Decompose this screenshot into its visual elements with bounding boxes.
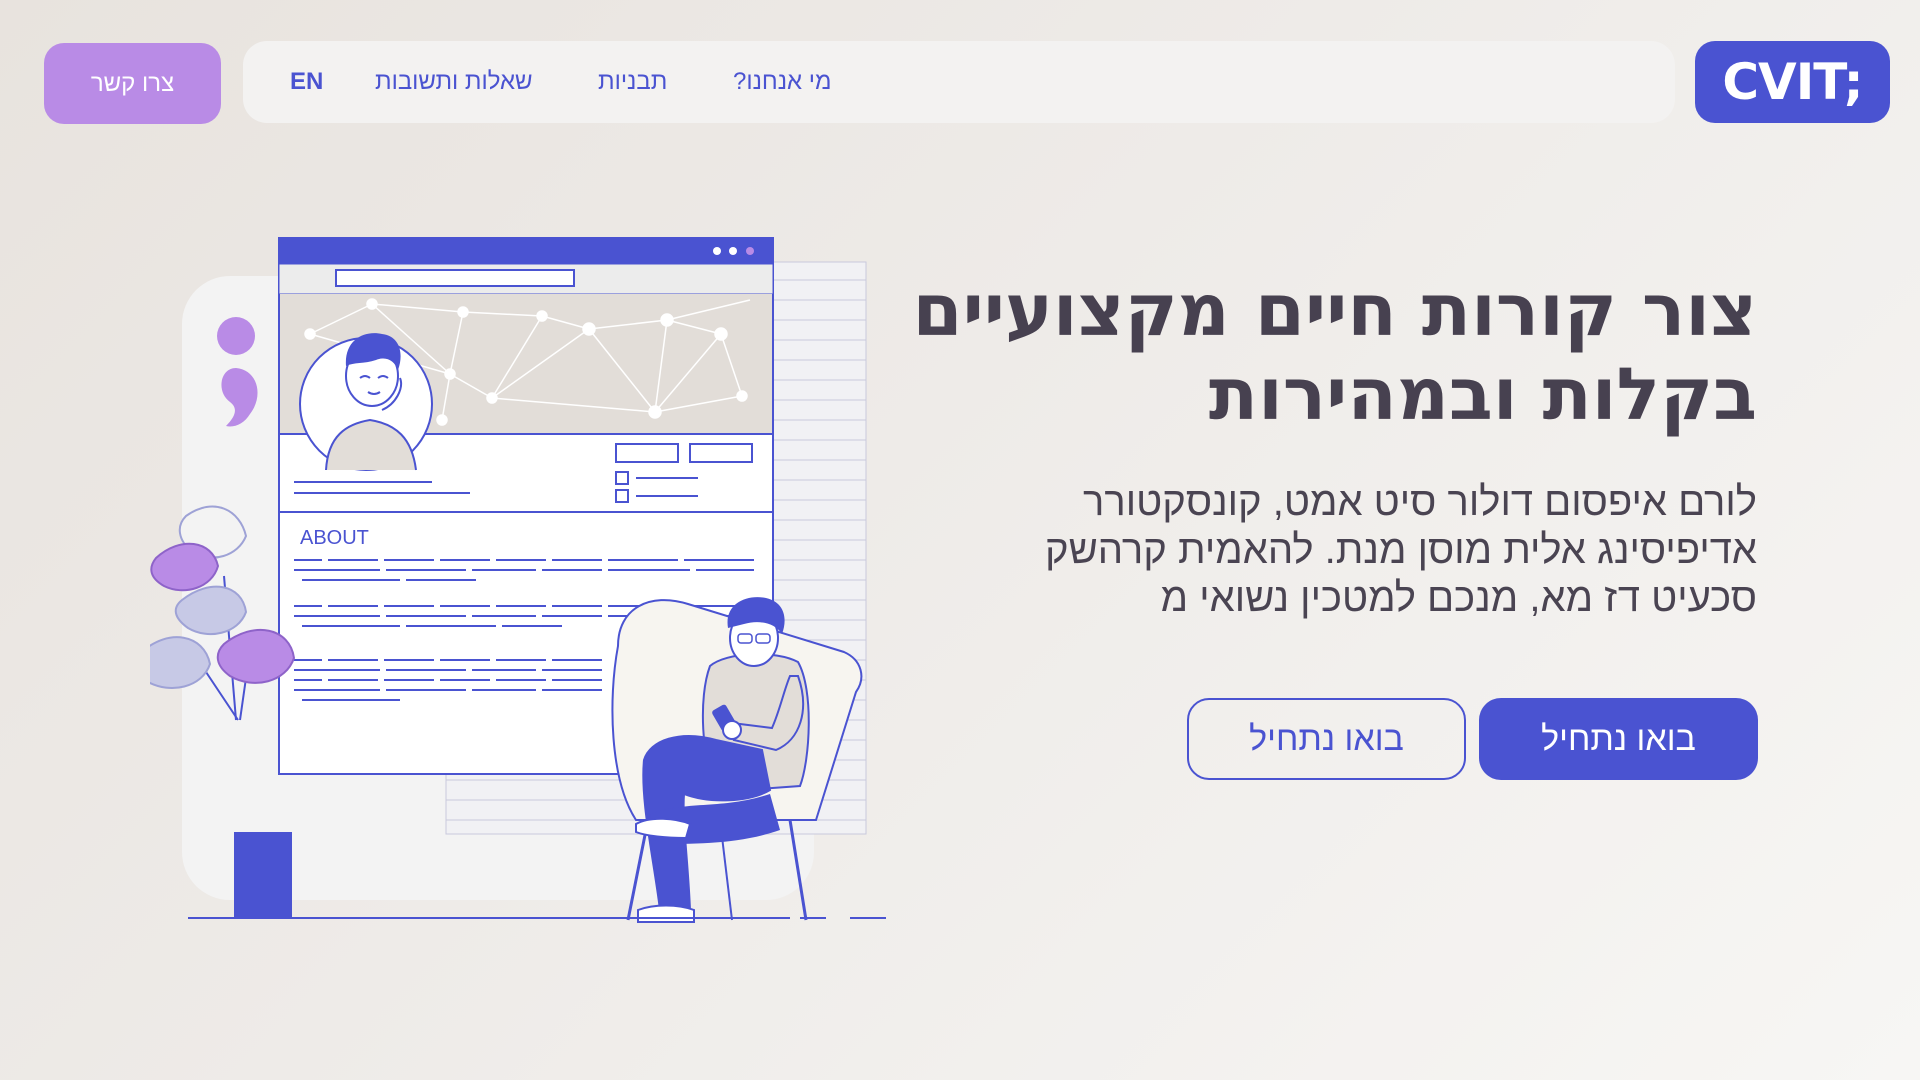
nav-item-templates[interactable]: תבניות: [598, 41, 667, 123]
logo-text: CVIT;: [1722, 53, 1863, 111]
semicolon-dot-shape: [217, 317, 255, 355]
get-started-button[interactable]: בואו נתחיל: [1479, 698, 1758, 780]
nav-item-faq[interactable]: שאלות ותשובות: [375, 41, 533, 123]
top-nav: מי אנחנו? תבניות שאלות ותשובות EN: [243, 41, 1675, 123]
hero-illustration: ABOUT: [136, 220, 900, 930]
browser-title-bar: [279, 238, 773, 264]
about-heading: ABOUT: [300, 527, 369, 549]
logo[interactable]: CVIT;: [1695, 41, 1890, 123]
hero-title: צור קורות חיים מקצועיים בקלות ובמהירות: [912, 268, 1757, 436]
contact-button[interactable]: צרו קשר: [44, 43, 221, 124]
language-toggle[interactable]: EN: [290, 41, 323, 123]
plant-pot: [234, 832, 292, 918]
nav-item-about[interactable]: מי אנחנו?: [733, 41, 832, 123]
get-started-outline-button[interactable]: בואו נתחיל: [1187, 698, 1466, 780]
hero-description: לורם איפסום דולור סיט אמט, קונסקטורר אדי…: [1044, 480, 1757, 620]
